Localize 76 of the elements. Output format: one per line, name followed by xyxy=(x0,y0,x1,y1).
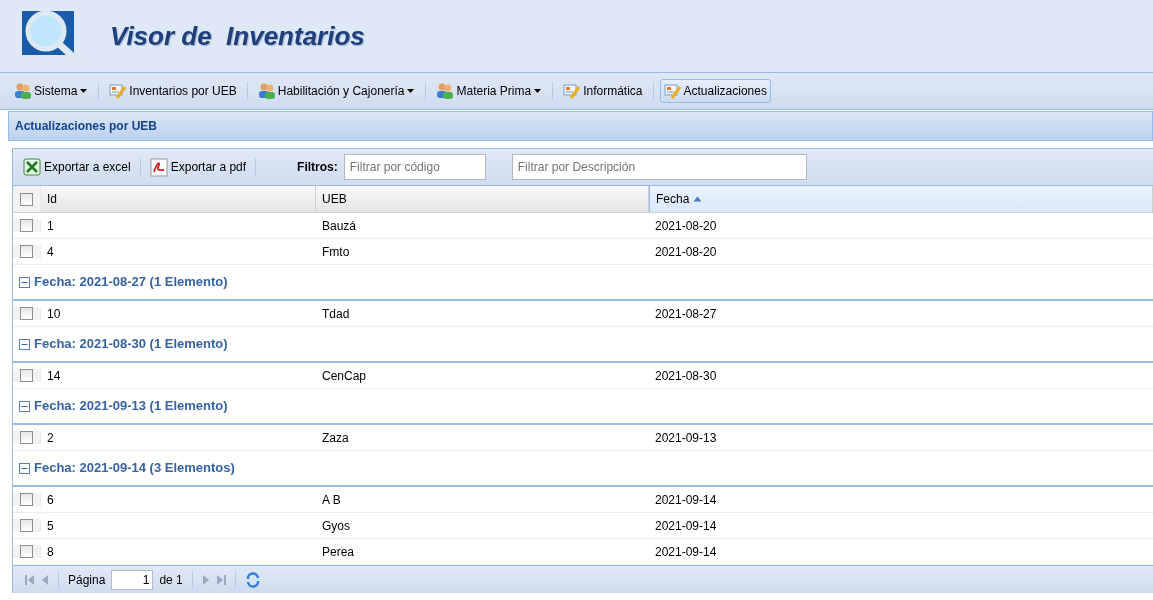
row-checkbox[interactable] xyxy=(20,519,33,532)
table-cell-text: 2021-09-14 xyxy=(655,517,717,535)
menu-button[interactable]: Inventarios por UEB xyxy=(105,79,241,103)
page-label: Página xyxy=(68,571,106,589)
table-cell-text: 2021-09-14 xyxy=(655,491,717,509)
table-cell-text: 5 xyxy=(47,517,54,535)
row-checkbox[interactable] xyxy=(20,493,33,506)
table-cell-text: 2021-09-14 xyxy=(655,543,717,561)
refresh-icon xyxy=(244,571,261,588)
filters-label: Filtros: xyxy=(297,159,338,176)
table-cell-text: 2021-09-13 xyxy=(655,429,717,447)
filter-field[interactable]: Filtrar por Descripción xyxy=(511,154,807,180)
caret-icon xyxy=(79,88,89,94)
filter-field[interactable]: Filtrar por código xyxy=(343,154,486,180)
table-cell-text: Zaza xyxy=(322,429,349,447)
pdf-icon xyxy=(149,157,168,177)
page-field[interactable]: 1 xyxy=(111,569,154,590)
row-checkbox[interactable] xyxy=(20,219,33,232)
table-cell-text: 6 xyxy=(47,491,54,509)
table-cell-text: 14 xyxy=(47,367,61,385)
table-cell-text: Fmto xyxy=(322,243,350,261)
users-icon xyxy=(257,82,276,100)
first-page-icon xyxy=(25,573,35,586)
collapse-icon[interactable] xyxy=(19,276,30,288)
menu-button[interactable]: Materia Prima xyxy=(432,79,547,103)
row-checkbox[interactable] xyxy=(20,545,33,558)
group-header: Fecha: 2021-08-27 (1 Elemento) xyxy=(34,273,228,292)
spreadsheet-icon xyxy=(23,157,41,177)
app-title: Visor de Inventarios xyxy=(110,19,365,53)
group-header: Fecha: 2021-09-13 (1 Elemento) xyxy=(34,397,228,416)
caret-icon xyxy=(533,88,543,94)
select-all-checkbox[interactable] xyxy=(20,192,33,206)
group-header: Fecha: 2021-08-30 (1 Elemento) xyxy=(34,335,228,354)
table-cell-text: 2 xyxy=(47,429,54,447)
card-pencil-icon xyxy=(663,82,682,100)
caret-icon xyxy=(406,88,416,94)
table-cell-text: 2021-08-20 xyxy=(655,217,717,235)
collapse-icon[interactable] xyxy=(19,338,30,350)
previous-page-icon xyxy=(41,573,49,586)
row-checkbox[interactable] xyxy=(20,369,33,382)
table-cell-text: Perea xyxy=(322,543,355,561)
export-button[interactable]: Exportar a excel xyxy=(21,155,133,179)
table-cell-text: 8 xyxy=(47,543,54,561)
sort-ascending-icon xyxy=(693,196,703,202)
table-cell-text: 2021-08-20 xyxy=(655,243,717,261)
table-cell-text: Gyos xyxy=(322,517,350,535)
table-cell-text: 10 xyxy=(47,305,61,323)
table-cell-text: CenCap xyxy=(322,367,367,385)
table-cell-text: Tdad xyxy=(322,305,350,323)
menu-button[interactable]: Sistema xyxy=(10,79,93,103)
table-cell-text: Bauzá xyxy=(322,217,357,235)
collapse-icon[interactable] xyxy=(19,462,30,474)
export-button[interactable]: Exportar a pdf xyxy=(147,155,249,179)
users-icon xyxy=(14,82,32,100)
row-checkbox[interactable] xyxy=(20,245,33,258)
next-page-icon xyxy=(201,573,210,586)
page-count: de 1 xyxy=(159,571,183,589)
collapse-icon[interactable] xyxy=(19,400,30,412)
menu-button[interactable]: Informática xyxy=(559,79,647,103)
group-header: Fecha: 2021-09-14 (3 Elementos) xyxy=(34,459,235,478)
table-cell-text: 4 xyxy=(47,243,54,261)
table-cell-text: 1 xyxy=(47,217,54,235)
card-pencil-icon xyxy=(109,82,128,100)
table-cell-text: A B xyxy=(322,491,341,509)
menu-button[interactable]: Habilitación y Cajonería xyxy=(253,79,420,103)
table-cell-text: 2021-08-27 xyxy=(655,305,717,323)
panel-title: Actualizaciones por UEB xyxy=(15,118,158,135)
table-cell-text: 2021-08-30 xyxy=(655,367,717,385)
users-icon xyxy=(436,82,455,100)
last-page-icon xyxy=(215,573,226,586)
row-checkbox[interactable] xyxy=(20,431,33,444)
card-pencil-icon xyxy=(563,82,582,100)
column-header[interactable]: Id xyxy=(41,186,316,212)
menu-button[interactable]: Actualizaciones xyxy=(659,79,771,103)
column-header[interactable]: Fecha xyxy=(649,186,1153,212)
row-checkbox[interactable] xyxy=(20,307,33,320)
